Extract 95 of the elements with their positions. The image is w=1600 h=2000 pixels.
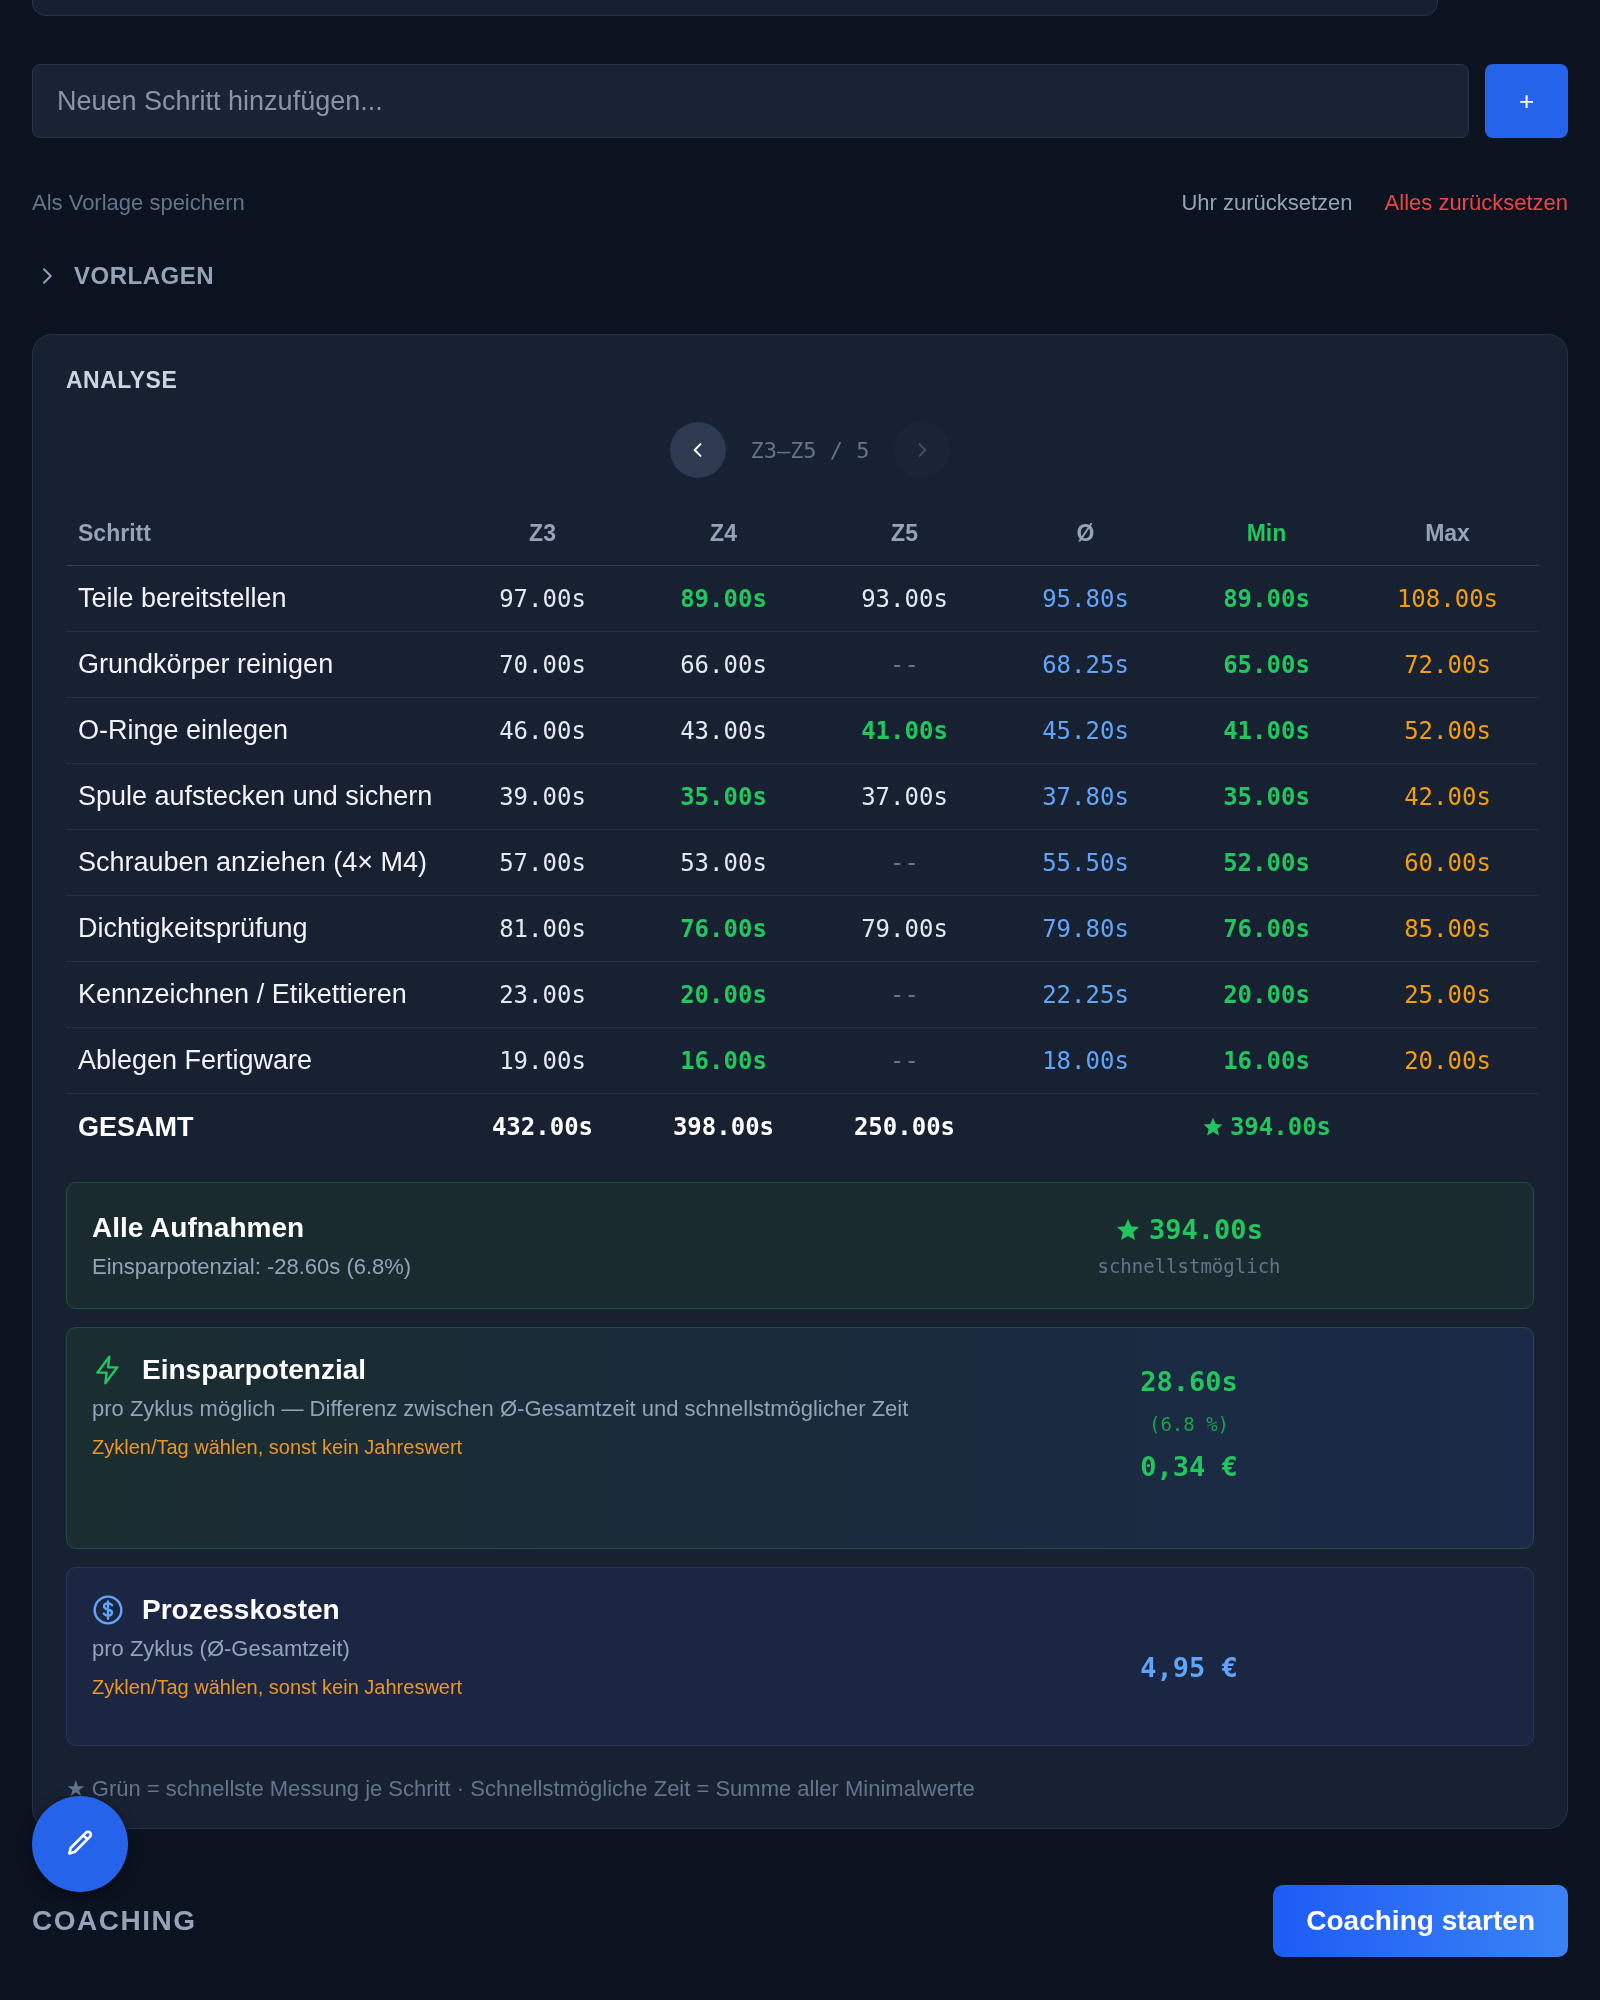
table-cell: 35.00s (633, 764, 814, 830)
table-cell: 89.00s (633, 566, 814, 632)
fastest-caption: schnellstmöglich (1097, 1255, 1281, 1277)
step-cell: Ablegen Fertigware (66, 1028, 452, 1094)
table-cell: 39.00s (452, 764, 633, 830)
process-cost-description: pro Zyklus (Ø-Gesamtzeit) (92, 1636, 351, 1662)
table-cell: 45.20s (995, 698, 1176, 764)
reset-clock-link[interactable]: Uhr zurücksetzen (1181, 190, 1353, 216)
dollar-icon (92, 1594, 124, 1626)
table-cell: 53.00s (633, 830, 814, 896)
table-cell: 16.00s (633, 1028, 814, 1094)
table-cell: 60.00s (1357, 830, 1538, 896)
step-cell: Schrauben anziehen (4× M4) (66, 830, 452, 896)
table-cell: 108.00s (1357, 566, 1538, 632)
table-cell: 16.00s (1176, 1028, 1357, 1094)
column-header: Z4 (633, 500, 814, 566)
total-label: GESAMT (77, 1110, 195, 1144)
table-cell: 89.00s (1176, 566, 1357, 632)
savings-hint: Zyklen/Tag wählen, sonst kein Jahreswert (92, 1436, 464, 1459)
table-cell: 79.00s (814, 896, 995, 962)
table-cell: 35.00s (1176, 764, 1357, 830)
save-template-link[interactable]: Als Vorlage speichern (32, 190, 245, 216)
table-cell: 18.00s (995, 1028, 1176, 1094)
column-header: Z5 (814, 500, 995, 566)
table-cell: -- (814, 830, 995, 896)
total-cell-text: 250.00s (852, 1112, 957, 1143)
table-cell: 37.00s (814, 764, 995, 830)
table-cell: 85.00s (1357, 896, 1538, 962)
step-cell: Grundkörper reinigen (66, 632, 452, 698)
fastest-time: 394.00s (1149, 1214, 1263, 1245)
summary-subtitle: Einsparpotenzial: -28.60s (6.8%) (92, 1253, 413, 1280)
step-cell: Dichtigkeitsprüfung (66, 896, 452, 962)
column-header: Max (1357, 500, 1538, 566)
column-header: Schritt (66, 500, 452, 566)
add-button[interactable]: + (1485, 64, 1568, 138)
table-cell: 22.25s (995, 962, 1176, 1028)
table-cell: 19.00s (452, 1028, 633, 1094)
step-cell: Teile bereitstellen (66, 566, 452, 632)
table-cell: 41.00s (1176, 698, 1357, 764)
coaching-heading: COACHING (32, 1905, 197, 1937)
total-min-value: 394.00s (1229, 1113, 1332, 1141)
step-input-field[interactable]: Neuen Schritt hinzufügen... (32, 64, 1469, 138)
table-cell: 20.00s (633, 962, 814, 1028)
reset-all-link[interactable]: Alles zurücksetzen (1384, 190, 1568, 216)
step-cell: Kennzeichnen / Etikettieren (66, 962, 452, 1028)
table-cell: 46.00s (452, 698, 633, 764)
table-cell: 70.00s (452, 632, 633, 698)
table-cell: 81.00s (452, 896, 633, 962)
table-cell: -- (814, 1028, 995, 1094)
table-cell: 20.00s (1176, 962, 1357, 1028)
table-cell: 52.00s (1357, 698, 1538, 764)
table-cell: 68.25s (995, 632, 1176, 698)
column-header: Ø (995, 500, 1176, 566)
savings-percent: (6.8 %) (1148, 1413, 1230, 1435)
table-cell: 95.80s (995, 566, 1176, 632)
summary-title: Alle Aufnahmen (92, 1211, 306, 1244)
start-coaching-button[interactable]: Coaching starten (1273, 1885, 1568, 1957)
table-cell: 72.00s (1357, 632, 1538, 698)
process-cost-value: 4,95 € (1140, 1652, 1238, 1683)
process-cost-title: Prozesskosten (142, 1594, 340, 1626)
page-label: Z3–Z5 / 5 (750, 437, 870, 463)
table-cell: 43.00s (633, 698, 814, 764)
table-cell: 23.00s (452, 962, 633, 1028)
table-cell: 79.80s (995, 896, 1176, 962)
table-cell: 93.00s (814, 566, 995, 632)
table-cell: 66.00s (633, 632, 814, 698)
savings-title: Einsparpotenzial (142, 1354, 367, 1386)
table-cell: 65.00s (1176, 632, 1357, 698)
table-cell: -- (814, 632, 995, 698)
analysis-title: ANALYSE (66, 367, 179, 394)
table-cell: 52.00s (1176, 830, 1357, 896)
column-header: Z3 (452, 500, 633, 566)
table-cell: 55.50s (995, 830, 1176, 896)
table-cell: 57.00s (452, 830, 633, 896)
table-cell: -- (814, 962, 995, 1028)
footnote: ★ Grün = schnellste Messung je Schritt · Schnellstmögliche Zeit = Summe aller Minimalwerte (66, 1776, 976, 1802)
table-cell: 76.00s (633, 896, 814, 962)
savings-time: 28.60s (1140, 1366, 1238, 1397)
templates-toggle[interactable]: VORLAGEN (74, 262, 214, 290)
table-cell: 97.00s (452, 566, 633, 632)
table-cell: 76.00s (1176, 896, 1357, 962)
step-cell: Spule aufstecken und sichern (66, 764, 452, 830)
savings-description: pro Zyklus möglich — Differenz zwischen Ø-Gesamtzeit und schnellstmöglicher Zeit (92, 1396, 910, 1422)
table-cell: 37.80s (995, 764, 1176, 830)
table-cell: 42.00s (1357, 764, 1538, 830)
table-cell: 20.00s (1357, 1028, 1538, 1094)
star-icon (1201, 1116, 1224, 1138)
table-cell: 41.00s (814, 698, 995, 764)
column-header: Min (1176, 500, 1357, 566)
process-cost-hint: Zyklen/Tag wählen, sonst kein Jahreswert (92, 1676, 464, 1699)
step-cell: O-Ringe einlegen (66, 698, 452, 764)
savings-cost: 0,34 € (1140, 1451, 1238, 1482)
total-cell-text: 398.00s (671, 1112, 776, 1143)
table-cell: 25.00s (1357, 962, 1538, 1028)
total-cell-text: 432.00s (490, 1112, 595, 1143)
